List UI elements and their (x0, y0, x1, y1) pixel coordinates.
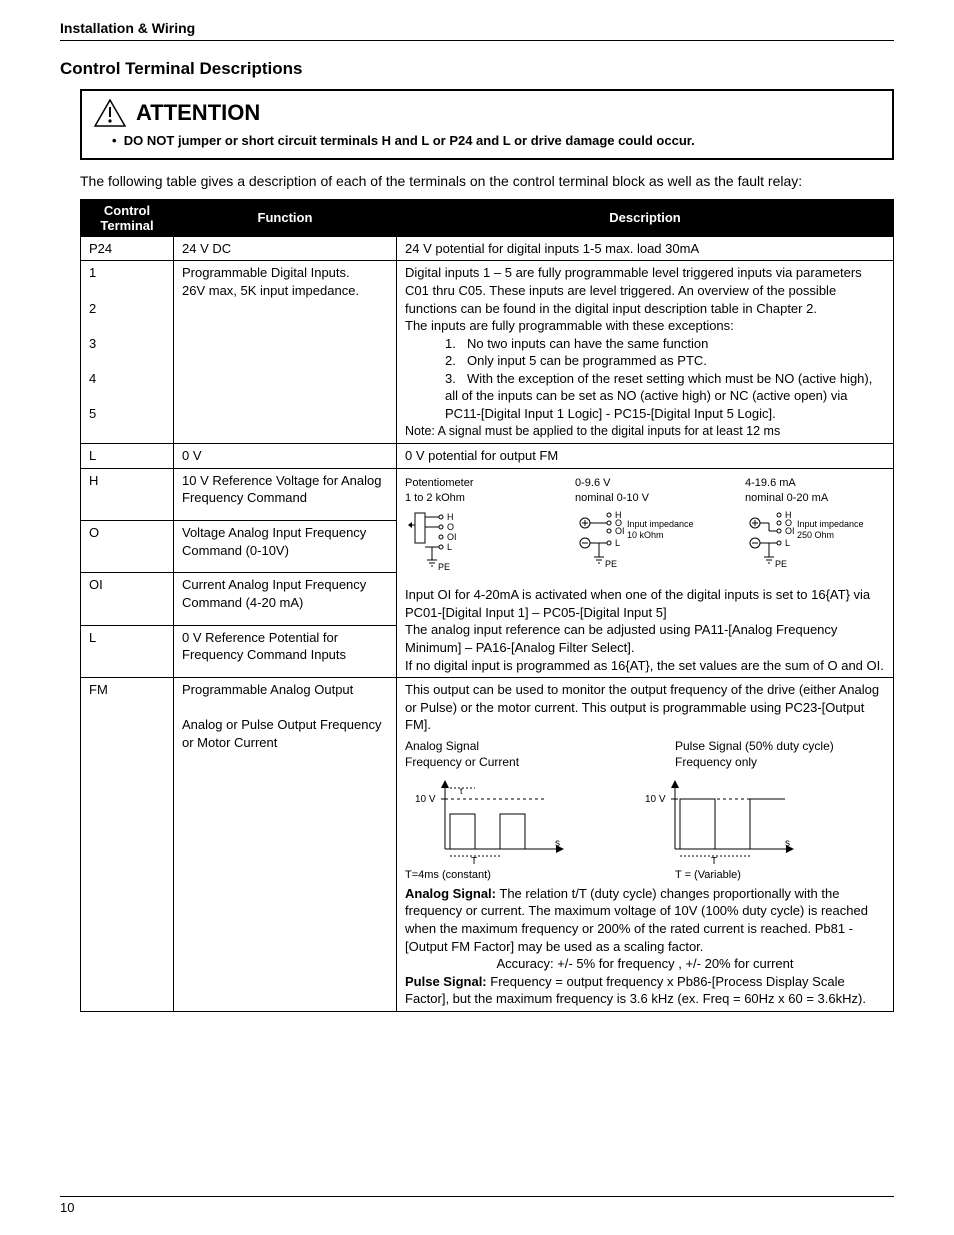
fm-intro: This output can be used to monitor the o… (405, 682, 879, 732)
diag-pot2: 1 to 2 kOhm (405, 491, 545, 506)
cell-desc: Digital inputs 1 – 5 are fully programma… (397, 261, 894, 444)
cell-desc: 0 V potential for output FM (397, 444, 894, 469)
svg-text:T: T (471, 856, 477, 864)
cell-term: O (81, 521, 174, 573)
table-row: FM Programmable Analog Output Analog or … (81, 678, 894, 1012)
cell-func: Voltage Analog Input Frequency Command (… (174, 521, 397, 573)
cell-term: H (81, 468, 174, 520)
svg-text:250 Ohm: 250 Ohm (797, 530, 834, 540)
cell-term: P24 (81, 236, 174, 261)
sig-p-title: Pulse Signal (50% duty cycle) (675, 738, 885, 754)
diagram-curr-icon: H O OI L PE Input impedance 250 Ohm (745, 505, 875, 575)
cell-desc: 24 V potential for digital inputs 1-5 ma… (397, 236, 894, 261)
dig-note: Note: A signal must be applied to the di… (405, 424, 780, 438)
svg-text:s: s (785, 838, 790, 849)
fm-pulse-label: Pulse Signal: (405, 974, 487, 989)
fm-analog-label: Analog Signal: (405, 886, 496, 901)
fm-analog-desc: Analog Signal: The relation t/T (duty cy… (405, 885, 885, 955)
dig-intro: Digital inputs 1 – 5 are fully programma… (405, 265, 862, 315)
page-footer: 10 (60, 1196, 894, 1215)
diag-v1: 0-9.6 V (575, 476, 715, 491)
page-number: 10 (60, 1200, 74, 1215)
cell-func: 10 V Reference Voltage for Analog Freque… (174, 468, 397, 520)
diag-i1: 4-19.6 mA (745, 476, 885, 491)
dig-item1: No two inputs can have the same function (467, 336, 708, 351)
table-header-row: Control Terminal Function Description (81, 199, 894, 236)
diag-i2: nominal 0-20 mA (745, 491, 885, 506)
svg-text:Input impedance: Input impedance (627, 519, 694, 529)
cell-desc-analog: Potentiometer 1 to 2 kOhm H O OI L (397, 468, 894, 677)
sig-a-title: Analog Signal (405, 738, 615, 754)
diag-v2: nominal 0-10 V (575, 491, 715, 506)
cell-desc: This output can be used to monitor the o… (397, 678, 894, 1012)
diagram-pot-icon: H O OI L PE (405, 505, 485, 575)
cell-func: 0 V Reference Potential for Frequency Co… (174, 625, 397, 677)
diag-pot: Potentiometer (405, 476, 545, 491)
svg-text:L: L (615, 538, 620, 548)
term-3: 3 (89, 335, 165, 353)
svg-text:PE: PE (775, 559, 787, 569)
svg-text:s: s (555, 838, 560, 849)
svg-text:10 V: 10 V (645, 794, 666, 805)
dig-item2: Only input 5 can be programmed as PTC. (467, 353, 707, 368)
page-header: Installation & Wiring (60, 20, 894, 41)
cell-func: 0 V (174, 444, 397, 469)
svg-text:H: H (447, 512, 454, 522)
analog-desc: Input OI for 4-20mA is activated when on… (405, 586, 885, 674)
attention-text: DO NOT jumper or short circuit terminals… (124, 133, 695, 148)
sig-a-foot: T=4ms (constant) (405, 868, 615, 883)
cell-func: Programmable Analog Output Analog or Pul… (174, 678, 397, 1012)
analog-signal-chart-icon: 10 V t s T (405, 774, 575, 864)
svg-text:PE: PE (438, 562, 450, 572)
sig-p-foot: T = (Variable) (675, 868, 885, 883)
dig-exc: The inputs are fully programmable with t… (405, 318, 734, 333)
diagram-volt-icon: H O OI L PE Input impedance 10 kOhm (575, 505, 705, 575)
cell-term: OI (81, 573, 174, 625)
term-1: 1 (89, 264, 165, 282)
col-function: Function (174, 199, 397, 236)
cell-func: Current Analog Input Frequency Command (… (174, 573, 397, 625)
svg-text:Input impedance: Input impedance (797, 519, 864, 529)
term-4: 4 (89, 370, 165, 388)
table-row: L 0 V 0 V potential for output FM (81, 444, 894, 469)
term-5: 5 (89, 405, 165, 423)
dig-item3: With the exception of the reset setting … (445, 371, 872, 421)
svg-text:OI: OI (447, 532, 457, 542)
section-title: Control Terminal Descriptions (60, 59, 894, 79)
sig-p-sub: Frequency only (675, 754, 885, 770)
cell-term: L (81, 625, 174, 677)
attention-box: ATTENTION • DO NOT jumper or short circu… (80, 89, 894, 160)
cell-func: 24 V DC (174, 236, 397, 261)
svg-text:OI: OI (615, 526, 625, 536)
svg-text:PE: PE (605, 559, 617, 569)
cell-term: FM (81, 678, 174, 1012)
cell-term: L (81, 444, 174, 469)
svg-text:T: T (711, 856, 717, 864)
terminal-table: Control Terminal Function Description P2… (80, 199, 894, 1012)
cell-term: 1 2 3 4 5 (81, 261, 174, 444)
svg-text:L: L (447, 542, 452, 552)
svg-text:OI: OI (785, 526, 795, 536)
cell-func: Programmable Digital Inputs. 26V max, 5K… (174, 261, 397, 444)
col-description: Description (397, 199, 894, 236)
fm-pulse-desc: Pulse Signal: Frequency = output frequen… (405, 973, 885, 1008)
pulse-signal-chart-icon: 10 V s T (635, 774, 805, 864)
intro-text: The following table gives a description … (80, 172, 894, 191)
table-row: P24 24 V DC 24 V potential for digital i… (81, 236, 894, 261)
svg-text:10 V: 10 V (415, 794, 436, 805)
fm-accuracy: Accuracy: +/- 5% for frequency , +/- 20%… (405, 955, 885, 973)
sig-a-sub: Frequency or Current (405, 754, 615, 770)
svg-text:O: O (447, 522, 454, 532)
svg-text:L: L (785, 538, 790, 548)
col-terminal: Control Terminal (81, 199, 174, 236)
warning-icon (94, 99, 126, 127)
attention-title: ATTENTION (136, 100, 260, 126)
term-2: 2 (89, 300, 165, 318)
table-row: 1 2 3 4 5 Programmable Digital Inputs. 2… (81, 261, 894, 444)
svg-text:10 kOhm: 10 kOhm (627, 530, 664, 540)
attention-bullet: • DO NOT jumper or short circuit termina… (112, 133, 880, 148)
table-row: H 10 V Reference Voltage for Analog Freq… (81, 468, 894, 520)
